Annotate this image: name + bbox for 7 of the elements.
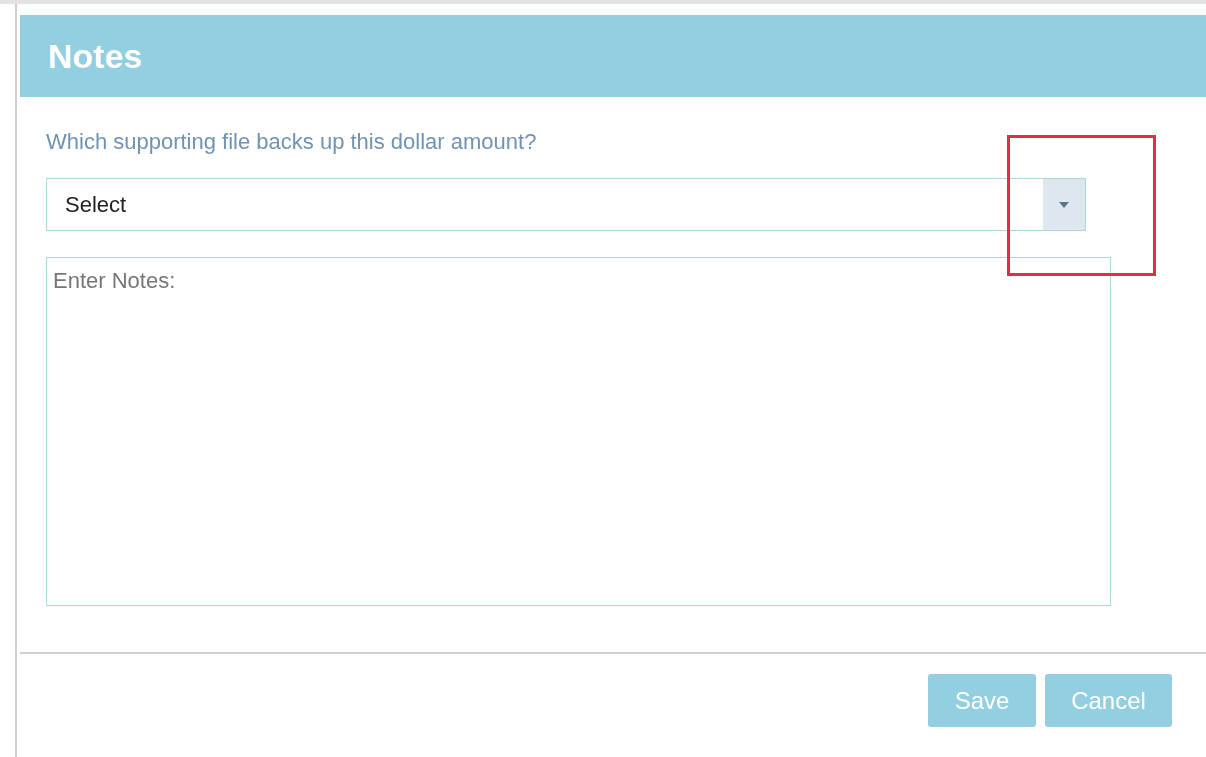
- dialog-button[interactable]: Cancel: [1045, 674, 1172, 727]
- file-select[interactable]: Select: [46, 178, 1086, 231]
- prompt-text: Which supporting file backs up this dollar amount?: [46, 128, 537, 156]
- caret-icon: [1059, 201, 1069, 208]
- notes-field[interactable]: Enter Notes:: [46, 257, 1111, 606]
- dialog-title: Notes: [48, 35, 143, 77]
- dialog-button[interactable]: Save: [928, 674, 1036, 727]
